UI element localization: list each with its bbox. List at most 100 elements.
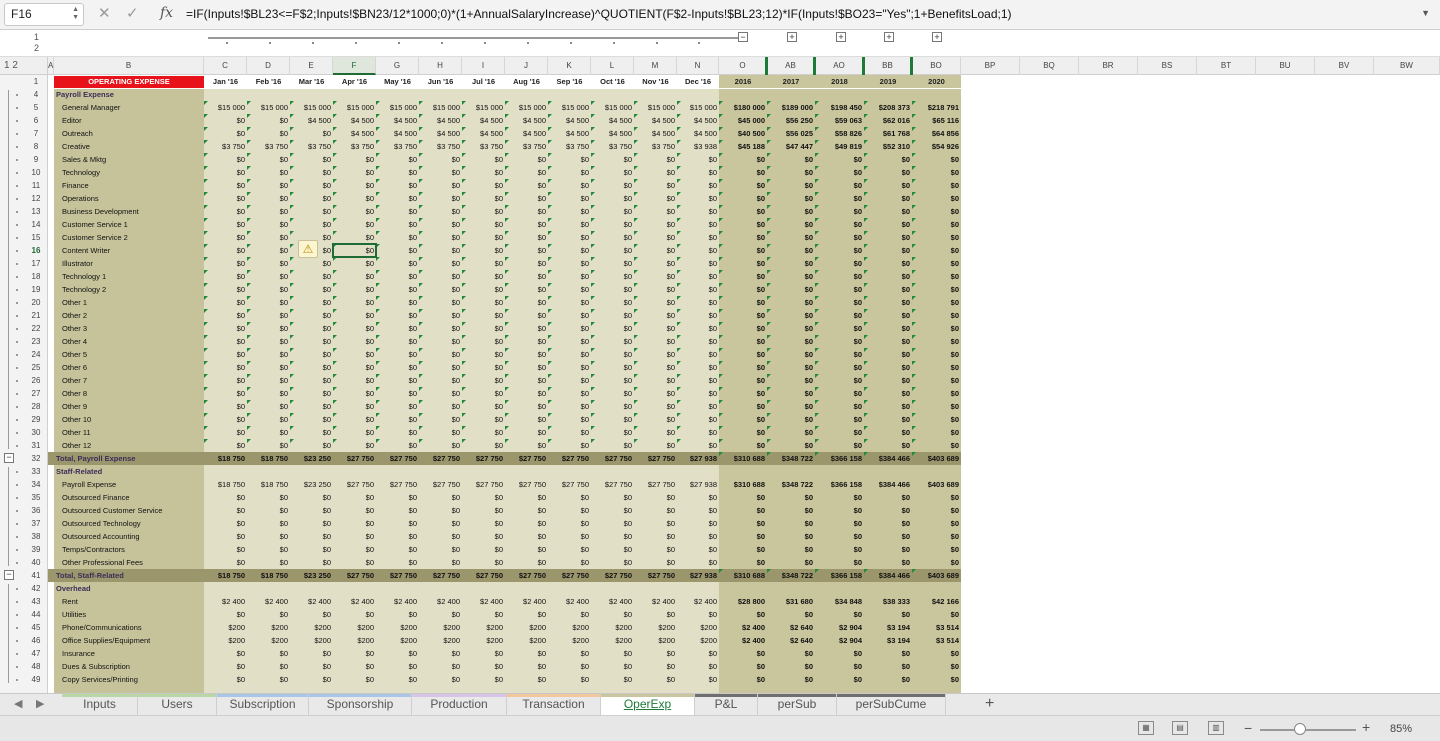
year-value-cell[interactable]: $180 000 [719,101,767,114]
month-value-cell[interactable]: $0 [634,179,677,192]
month-value-cell[interactable]: $0 [376,608,419,621]
month-value-cell[interactable]: $0 [204,296,247,309]
month-value-cell[interactable]: $0 [333,556,376,569]
month-value-cell[interactable]: $0 [548,218,591,231]
year-value-cell[interactable]: $0 [815,439,864,452]
year-value-cell[interactable]: $52 310 [864,140,912,153]
year-value-cell[interactable]: $0 [815,556,864,569]
year-value-cell[interactable]: $0 [864,374,912,387]
month-value-cell[interactable]: $0 [376,270,419,283]
month-value-cell[interactable]: $27 750 [333,452,376,465]
month-value-cell[interactable]: $0 [290,504,333,517]
year-value-cell[interactable]: $0 [767,309,815,322]
month-value-cell[interactable]: $0 [548,296,591,309]
month-value-cell[interactable]: $0 [462,374,505,387]
month-value-cell[interactable]: $0 [419,491,462,504]
month-value-cell[interactable]: $0 [419,530,462,543]
month-value-cell[interactable]: $0 [591,257,634,270]
year-value-cell[interactable]: $0 [767,543,815,556]
month-value-cell[interactable]: $0 [591,244,634,257]
month-value-cell[interactable]: $0 [505,192,548,205]
month-value-cell[interactable]: $0 [591,153,634,166]
year-value-cell[interactable]: $0 [719,244,767,257]
year-value-cell[interactable]: $0 [912,166,961,179]
month-value-cell[interactable]: $0 [591,348,634,361]
month-value-cell[interactable]: $0 [419,517,462,530]
year-value-cell[interactable]: $0 [912,322,961,335]
column-header-BQ[interactable]: BQ [1020,57,1079,75]
month-value-cell[interactable]: $0 [505,296,548,309]
month-value-cell[interactable]: $0 [462,335,505,348]
year-value-cell[interactable]: $0 [912,673,961,686]
month-value-cell[interactable]: $4 500 [462,114,505,127]
month-value-cell[interactable]: $0 [290,270,333,283]
year-value-cell[interactable]: $0 [912,491,961,504]
month-value-cell[interactable]: $0 [634,647,677,660]
row-header-12[interactable]: 12 [24,192,48,205]
year-value-cell[interactable]: $0 [767,244,815,257]
month-value-cell[interactable]: $0 [290,660,333,673]
tab-p-l[interactable]: P&L [695,694,758,716]
month-value-cell[interactable]: $0 [462,413,505,426]
month-value-cell[interactable]: $0 [419,413,462,426]
month-value-cell[interactable]: $0 [462,660,505,673]
year-value-cell[interactable]: $0 [815,413,864,426]
month-value-cell[interactable]: $0 [290,153,333,166]
year-value-cell[interactable]: $47 447 [767,140,815,153]
month-value-cell[interactable]: $0 [462,244,505,257]
month-value-cell[interactable]: $0 [247,335,290,348]
month-value-cell[interactable]: $0 [462,205,505,218]
month-value-cell[interactable]: $3 750 [376,140,419,153]
month-value-cell[interactable]: $0 [462,517,505,530]
month-value-cell[interactable]: $0 [247,166,290,179]
month-value-cell[interactable]: $3 750 [290,140,333,153]
month-value-cell[interactable]: $0 [290,127,333,140]
column-header-D[interactable]: D [247,57,290,75]
month-value-cell[interactable]: $0 [462,231,505,244]
month-value-cell[interactable]: $4 500 [419,127,462,140]
month-value-cell[interactable]: $0 [634,153,677,166]
month-value-cell[interactable]: $0 [290,322,333,335]
month-value-cell[interactable]: $0 [548,257,591,270]
month-value-cell[interactable]: $0 [548,309,591,322]
month-value-cell[interactable]: $0 [247,504,290,517]
year-value-cell[interactable]: $0 [719,192,767,205]
month-value-cell[interactable]: $0 [247,296,290,309]
month-value-cell[interactable]: $200 [591,634,634,647]
month-value-cell[interactable]: $0 [290,192,333,205]
month-value-cell[interactable]: $0 [419,387,462,400]
row-header-46[interactable]: 46 [24,634,48,647]
insert-function-button[interactable]: fx [160,5,173,21]
row-label[interactable]: Sales & Mktg [56,153,204,166]
month-value-cell[interactable]: $0 [204,218,247,231]
month-value-cell[interactable]: $0 [634,218,677,231]
row-label[interactable]: Customer Service 2 [56,231,204,244]
month-value-cell[interactable]: $0 [290,673,333,686]
month-value-cell[interactable]: $0 [247,322,290,335]
expand-group-button[interactable]: + [884,32,894,42]
row-header-8[interactable]: 8 [24,140,48,153]
month-value-cell[interactable]: $0 [591,374,634,387]
row-header-41[interactable]: 41 [24,569,48,582]
year-value-cell[interactable]: $384 466 [864,569,912,582]
month-value-cell[interactable]: $0 [333,387,376,400]
month-value-cell[interactable]: $0 [548,387,591,400]
month-value-cell[interactable]: $0 [376,374,419,387]
month-value-cell[interactable]: $0 [333,608,376,621]
month-value-cell[interactable]: $27 938 [677,569,719,582]
month-value-cell[interactable]: $0 [333,205,376,218]
row-label[interactable]: Creative [56,140,204,153]
year-value-cell[interactable]: $0 [719,491,767,504]
month-value-cell[interactable]: $0 [634,543,677,556]
month-value-cell[interactable]: $0 [376,166,419,179]
month-value-cell[interactable]: $0 [204,283,247,296]
month-value-cell[interactable]: $2 400 [290,595,333,608]
month-value-cell[interactable]: $2 400 [634,595,677,608]
column-header-L[interactable]: L [591,57,634,75]
year-value-cell[interactable]: $0 [912,348,961,361]
year-value-cell[interactable]: $0 [767,153,815,166]
row-header-4[interactable]: 4 [24,88,48,101]
month-value-cell[interactable]: $0 [548,608,591,621]
month-value-cell[interactable]: $0 [548,426,591,439]
month-value-cell[interactable]: $0 [677,517,719,530]
